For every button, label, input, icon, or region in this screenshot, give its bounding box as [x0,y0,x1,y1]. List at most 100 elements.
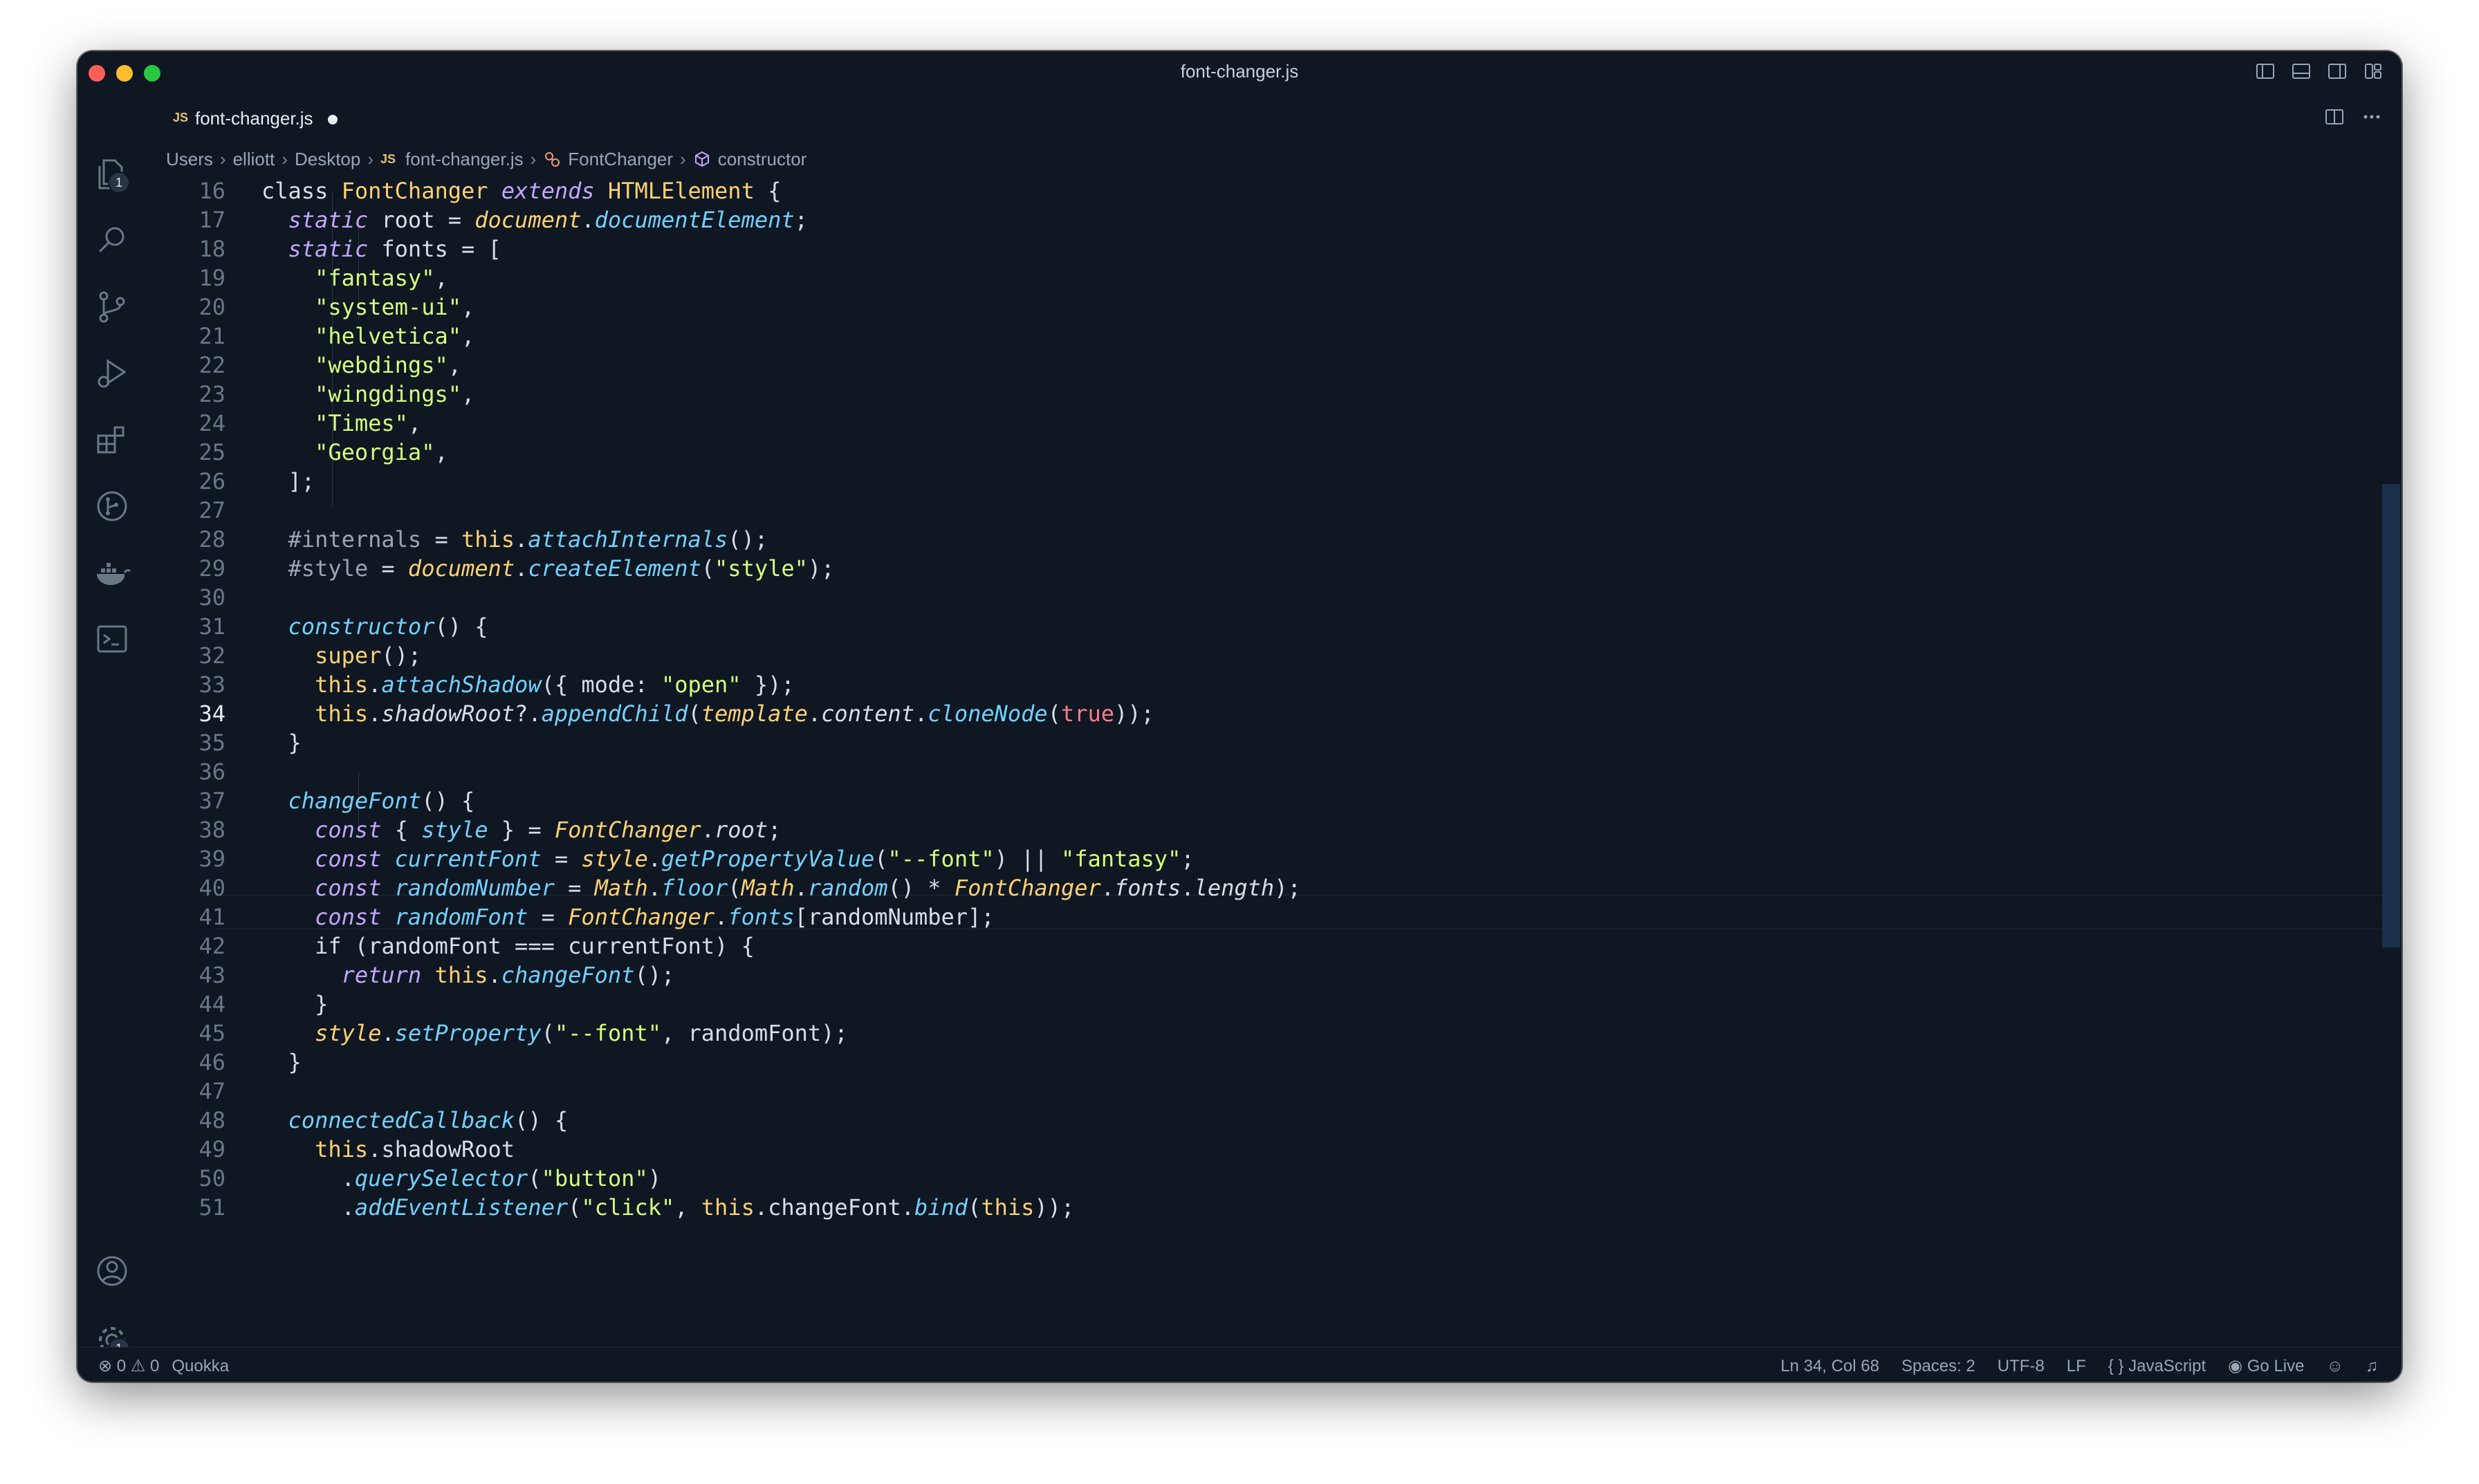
code-line[interactable]: 38 const { style } = FontChanger.root; [147,813,2388,846]
tab-font-changer-js[interactable]: JS font-changer.js [147,93,353,144]
line-number: 38 [199,817,225,843]
code-token: , [674,1194,701,1221]
end-of-line[interactable]: LF [2067,1357,2086,1376]
code-token: . [515,555,528,582]
breadcrumb-desktop[interactable]: Desktop [295,149,360,170]
code-editor[interactable]: 16 class FontChanger extends HTMLElement … [147,174,2402,1347]
code-token: "Times" [315,410,408,436]
breadcrumb-elliott[interactable]: elliott [233,149,275,170]
code-line[interactable]: 22 "webdings", [147,349,2388,382]
code-line[interactable]: 41 const randomFont = FontChanger.fonts[… [147,900,2388,934]
code-line[interactable]: 32 super(); [147,639,2388,672]
code-line[interactable]: 27 [147,494,2388,527]
code-line[interactable]: 18 static fonts = [ [147,232,2388,266]
code-line[interactable]: 23 "wingdings", [147,378,2388,411]
code-token: HTMLElement [607,178,768,204]
code-line[interactable]: 42 if (randomFont === currentFont) { [147,929,2388,963]
line-number: 41 [199,904,225,930]
code-line[interactable]: 26 ]; [147,465,2388,498]
breadcrumb-users[interactable]: Users [166,149,213,170]
feedback-icon[interactable]: ☺ [2326,1357,2343,1376]
code-token: const [315,904,395,930]
code-line[interactable]: 51 .addEventListener("click", this.chang… [147,1191,2388,1224]
code-line[interactable]: 16 class FontChanger extends HTMLElement … [147,174,2388,207]
code-token: changeFont [288,788,422,814]
toggle-secondary-sidebar-icon[interactable] [2327,61,2348,82]
code-token: root = [381,207,475,233]
code-line[interactable]: 45 style.setProperty("--font", randomFon… [147,1017,2388,1050]
code-line[interactable]: 24 "Times", [147,407,2388,440]
go-live-button[interactable]: ◉ Go Live [2228,1356,2304,1376]
breadcrumb-file[interactable]: font-changer.js [405,149,524,170]
code-line[interactable]: 28 #internals = this.attachInternals(); [147,523,2388,556]
cursor-position[interactable]: Ln 34, Col 68 [1780,1357,1879,1376]
code-text: static root = document.documentElement; [261,203,808,236]
code-token: ; [794,207,808,233]
warning-icon: ⚠ [130,1357,146,1375]
problems-indicator[interactable]: ⊗ 0 ⚠ 0 [98,1356,159,1376]
toggle-panel-icon[interactable] [2291,61,2312,82]
breadcrumb-method[interactable]: constructor [718,149,807,170]
code-line[interactable]: 50 .querySelector("button") [147,1162,2388,1195]
notifications-bell-icon[interactable]: ♫ [2366,1357,2378,1376]
code-text: } [261,987,328,1021]
customize-layout-icon[interactable] [2363,61,2384,82]
code-line[interactable]: 21 "helvetica", [147,319,2388,353]
code-text: ]; [261,465,315,498]
code-token: FontChanger [554,817,701,843]
more-actions-icon[interactable] [2361,106,2382,127]
code-line[interactable]: 17 static root = document.documentElemen… [147,203,2388,236]
code-text: connectedCallback() { [261,1104,569,1137]
code-text: this.shadowRoot?.appendChild(template.co… [261,697,1154,730]
terminal-icon[interactable] [93,620,131,658]
code-token: ); [1274,875,1301,901]
code-line[interactable]: 33 this.attachShadow({ mode: "open" }); [147,668,2388,701]
docker-icon[interactable] [93,553,131,592]
search-icon[interactable] [93,221,131,260]
code-line[interactable]: 47 [147,1075,2388,1108]
quokka-status[interactable]: Quokka [172,1357,229,1376]
code-token: shadowRoot [381,701,515,727]
code-token: = [554,846,582,872]
code-line[interactable]: 43 return this.changeFont(); [147,958,2388,992]
code-line[interactable]: 40 const randomNumber = Math.floor(Math.… [147,871,2388,905]
code-line[interactable]: 49 this.shadowRoot [147,1133,2388,1166]
code-token: , [448,352,461,378]
code-line[interactable]: 34 this.shadowRoot?.appendChild(template… [147,697,2388,730]
code-line[interactable]: 35 } [147,726,2388,759]
code-line[interactable]: 44 } [147,987,2388,1021]
code-line[interactable]: 20 "system-ui", [147,290,2388,324]
unsaved-dot-icon[interactable] [328,115,338,124]
breadcrumb-class[interactable]: FontChanger [568,149,673,170]
line-number: 37 [199,788,225,814]
indentation[interactable]: Spaces: 2 [1901,1357,1975,1376]
code-line[interactable]: 29 #style = document.createElement("styl… [147,552,2388,585]
language-mode[interactable]: { } JavaScript [2108,1357,2206,1376]
toggle-primary-sidebar-icon[interactable] [2255,61,2276,82]
code-line[interactable]: 37 changeFont() { [147,784,2388,817]
code-line[interactable]: 48 connectedCallback() { [147,1104,2388,1137]
code-token: root [715,817,768,843]
code-line[interactable]: 31 constructor() { [147,610,2388,643]
code-line[interactable]: 19 "fantasy", [147,261,2388,295]
account-icon[interactable] [93,1252,131,1290]
source-control-icon[interactable] [93,288,131,326]
split-editor-icon[interactable] [2324,106,2345,127]
code-line[interactable]: 39 const currentFont = style.getProperty… [147,842,2388,875]
code-line[interactable]: 30 [147,581,2388,614]
code-token: ( [528,1165,542,1191]
code-line[interactable]: 46 } [147,1046,2388,1079]
code-line[interactable]: 36 [147,755,2388,788]
extensions-icon[interactable] [93,420,131,459]
code-token: . [701,817,715,843]
encoding[interactable]: UTF-8 [1998,1357,2045,1376]
run-debug-icon[interactable] [93,354,131,393]
line-number: 43 [199,962,225,988]
error-icon: ⊗ [98,1357,113,1375]
code-text: .querySelector("button") [261,1162,661,1195]
git-graph-icon[interactable] [93,487,131,526]
code-line[interactable]: 25 "Georgia", [147,436,2388,469]
explorer-icon[interactable]: 1 [93,155,131,194]
